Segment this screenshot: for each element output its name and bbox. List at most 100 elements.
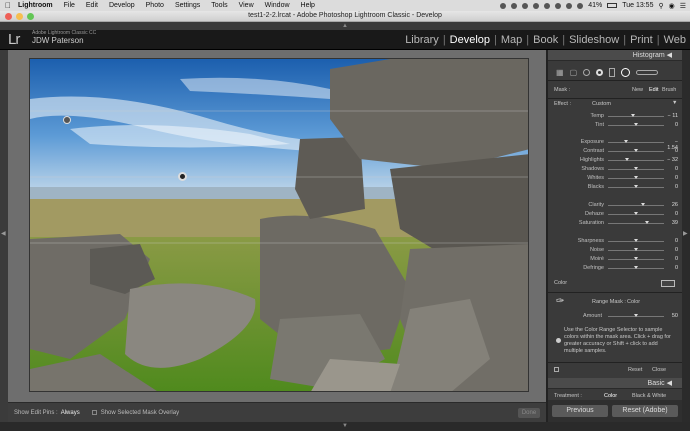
color-swatch[interactable] [661,280,675,287]
slider-clarity[interactable]: Clarity 26 [548,202,682,209]
switch-icon[interactable] [554,367,559,372]
slider-value[interactable]: 0 [666,122,678,128]
amount-knob[interactable] [634,314,638,317]
slider-track[interactable] [608,205,664,206]
siri-icon[interactable]: ◉ [669,2,675,10]
menu-photo[interactable]: Photo [146,2,164,9]
left-panel-toggle[interactable]: ◀ [0,50,8,423]
edit-pins-select[interactable]: Always [61,410,80,416]
adjustment-brush-icon[interactable] [636,69,659,75]
amount-slider[interactable]: Amount 50 [548,313,682,320]
slider-knob[interactable] [625,158,630,161]
slider-defringe[interactable]: Defringe 0 [548,265,682,272]
menu-view[interactable]: View [239,2,254,9]
slider-track[interactable] [608,223,664,224]
slider-knob[interactable] [634,239,638,242]
slider-knob[interactable] [634,185,638,188]
module-web[interactable]: Web [664,34,686,46]
menu-develop[interactable]: Develop [109,2,135,9]
apple-icon[interactable]:  [4,1,12,10]
slider-value[interactable]: − 11 [666,113,678,119]
slider-value[interactable]: 0 [666,175,678,181]
module-map[interactable]: Map [501,34,522,46]
slider-knob[interactable] [634,176,638,179]
done-button[interactable]: Done [518,408,540,418]
crop-icon[interactable]: ▢ [570,68,578,77]
spot-removal-icon[interactable] [583,68,591,76]
reset-adobe-button[interactable]: Reset (Adobe) [612,405,678,417]
slider-value[interactable]: 0 [666,238,678,244]
slider-noise[interactable]: Noise 0 [548,247,682,254]
slider-knob[interactable] [634,167,638,170]
radial-filter-icon[interactable] [621,67,631,77]
module-library[interactable]: Library [405,34,439,46]
slider-knob[interactable] [641,203,646,206]
slider-knob[interactable] [634,257,638,260]
red-eye-icon[interactable] [596,68,604,76]
slider-knob[interactable] [634,212,638,215]
amount-value[interactable]: 50 [666,313,678,319]
menu-file[interactable]: File [64,2,75,9]
module-slideshow[interactable]: Slideshow [569,34,619,46]
slider-track[interactable] [608,142,664,143]
list-icon[interactable]: ☰ [680,2,686,10]
module-print[interactable]: Print [630,34,653,46]
menu-app[interactable]: Lightroom [18,2,53,9]
slider-moir[interactable]: Moiré 0 [548,256,682,263]
slider-blacks[interactable]: Blacks 0 [548,184,682,191]
range-mask-select[interactable]: Color [627,299,640,305]
slider-knob[interactable] [634,266,638,269]
reset-button[interactable]: Reset [628,367,642,373]
module-book[interactable]: Book [533,34,558,46]
status-icon[interactable] [500,2,507,9]
menu-edit[interactable]: Edit [86,2,98,9]
slider-sharpness[interactable]: Sharpness 0 [548,238,682,245]
display-icon[interactable] [544,2,551,9]
histogram-header[interactable]: Histogram ◀ [548,50,682,61]
bluetooth-icon[interactable] [555,2,562,9]
wifi-icon[interactable] [566,2,573,9]
slider-value[interactable]: 0 [666,256,678,262]
top-panel-toggle[interactable]: ▲ [0,22,690,30]
mask-edit-button[interactable]: Edit [649,87,658,93]
photo-canvas[interactable] [8,50,546,402]
menu-settings[interactable]: Settings [175,2,200,9]
mask-new-button[interactable]: New [632,87,643,93]
slider-knob[interactable] [644,221,649,224]
slider-value[interactable]: 26 [666,202,678,208]
treatment-color-button[interactable]: Color [604,393,617,399]
right-panel-toggle[interactable]: ▶ [682,50,690,423]
menu-tools[interactable]: Tools [211,2,227,9]
slider-track[interactable] [608,160,664,161]
slider-knob[interactable] [634,123,638,126]
photo-preview[interactable] [29,58,529,392]
graduated-filter-icon[interactable] [609,67,616,77]
slider-dehaze[interactable]: Dehaze 0 [548,211,682,218]
effect-collapse-icon[interactable]: ▼ [672,100,677,106]
effect-preset-select[interactable]: Custom [592,101,611,107]
edit-pin-selected[interactable] [178,172,187,181]
slider-highlights[interactable]: Highlights − 32 [548,157,682,164]
slider-tint[interactable]: Tint 0 [548,122,682,129]
slider-knob[interactable] [634,149,638,152]
clock-icon[interactable] [533,2,540,9]
volume-icon[interactable] [577,2,584,9]
slider-knob[interactable] [634,248,638,251]
slider-knob[interactable] [631,114,636,117]
grid-icon[interactable]: ▦ [556,68,564,77]
slider-temp[interactable]: Temp − 11 [548,113,682,120]
close-button[interactable]: Close [652,367,666,373]
slider-value[interactable]: 0 [666,166,678,172]
slider-track[interactable] [608,116,664,117]
slider-value[interactable]: 39 [666,220,678,226]
slider-saturation[interactable]: Saturation 39 [548,220,682,227]
module-develop[interactable]: Develop [450,34,490,46]
slider-value[interactable]: − 32 [666,157,678,163]
edit-pin[interactable] [63,116,71,124]
slider-value[interactable]: 0 [666,247,678,253]
slider-contrast[interactable]: Contrast 0 [548,148,682,155]
menu-window[interactable]: Window [265,2,290,9]
dropbox-icon[interactable] [511,2,518,9]
filmstrip-toggle[interactable]: ▼ [0,422,690,431]
slider-shadows[interactable]: Shadows 0 [548,166,682,173]
